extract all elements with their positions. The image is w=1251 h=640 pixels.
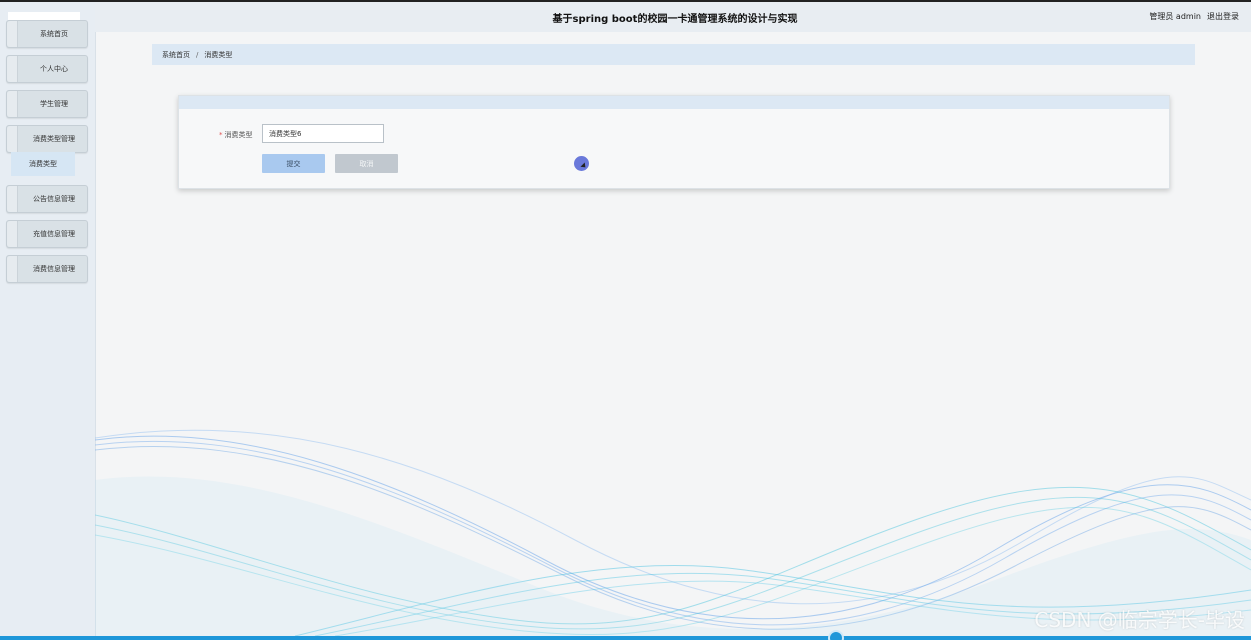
sidebar-item-label: 公告信息管理: [33, 195, 75, 203]
app-frame: 系统首页 个人中心 学生管理 消费类型管理 消费类型 公告信息管理 充值信息管理…: [0, 0, 1251, 640]
sidebar-item-announcements[interactable]: 公告信息管理: [6, 185, 88, 213]
progress-knob[interactable]: [828, 630, 844, 640]
submit-button[interactable]: 提交: [262, 154, 325, 173]
menu-tab: [7, 21, 18, 47]
sidebar-top-bar: [8, 12, 80, 20]
background-waves: [95, 429, 1251, 636]
cancel-button[interactable]: 取消: [335, 154, 398, 173]
sidebar-item-consumption-type[interactable]: 消费类型管理: [6, 125, 88, 153]
app-title: 基于spring boot的校园一卡通管理系统的设计与实现: [552, 14, 798, 25]
menu-tab: [7, 186, 18, 212]
sidebar-item-home[interactable]: 系统首页: [6, 20, 88, 48]
watermark: CSDN @临宗学长-毕设: [1034, 608, 1245, 632]
sidebar-item-label: 系统首页: [40, 30, 68, 38]
consumption-type-input[interactable]: [262, 124, 384, 143]
consumption-type-label: * 消费类型: [219, 130, 253, 140]
logout-link[interactable]: 退出登录: [1207, 11, 1239, 22]
sidebar-item-label: 消费信息管理: [33, 265, 75, 273]
top-header: 基于spring boot的校园一卡通管理系统的设计与实现 管理员 admin …: [95, 2, 1251, 32]
menu-tab: [7, 256, 18, 282]
cursor-highlight: [574, 156, 589, 171]
consumption-type-label-text: 消费类型: [224, 131, 253, 139]
menu-tab: [7, 56, 18, 82]
header-user-area: 管理员 admin 退出登录: [1149, 11, 1239, 22]
form-card-header: [179, 96, 1169, 109]
breadcrumb-current: 消费类型: [204, 50, 233, 59]
menu-tab: [7, 91, 18, 117]
sidebar-item-label: 消费类型管理: [33, 135, 75, 143]
user-label: 管理员 admin: [1149, 12, 1201, 21]
breadcrumb: 系统首页 / 消费类型: [152, 44, 1195, 65]
sidebar-item-label: 个人中心: [40, 65, 68, 73]
menu-tab: [7, 221, 18, 247]
menu-tab: [7, 126, 18, 152]
breadcrumb-separator: /: [196, 50, 199, 59]
submenu-item-label: 消费类型: [29, 160, 57, 168]
required-mark: *: [219, 131, 223, 139]
form-card: *消费类型 提交 取消: [178, 95, 1170, 189]
breadcrumb-home[interactable]: 系统首页: [162, 50, 190, 60]
sidebar-item-label: 充值信息管理: [33, 230, 75, 238]
sidebar: 系统首页 个人中心 学生管理 消费类型管理 消费类型 公告信息管理 充值信息管理…: [0, 2, 96, 636]
sidebar-item-profile[interactable]: 个人中心: [6, 55, 88, 83]
sidebar-item-label: 学生管理: [40, 100, 68, 108]
bottom-progress-bar: [0, 636, 1251, 640]
sidebar-item-students[interactable]: 学生管理: [6, 90, 88, 118]
sidebar-item-recharge[interactable]: 充值信息管理: [6, 220, 88, 248]
sidebar-item-consumption-info[interactable]: 消费信息管理: [6, 255, 88, 283]
submenu-item-consumption-type[interactable]: 消费类型: [11, 152, 75, 176]
